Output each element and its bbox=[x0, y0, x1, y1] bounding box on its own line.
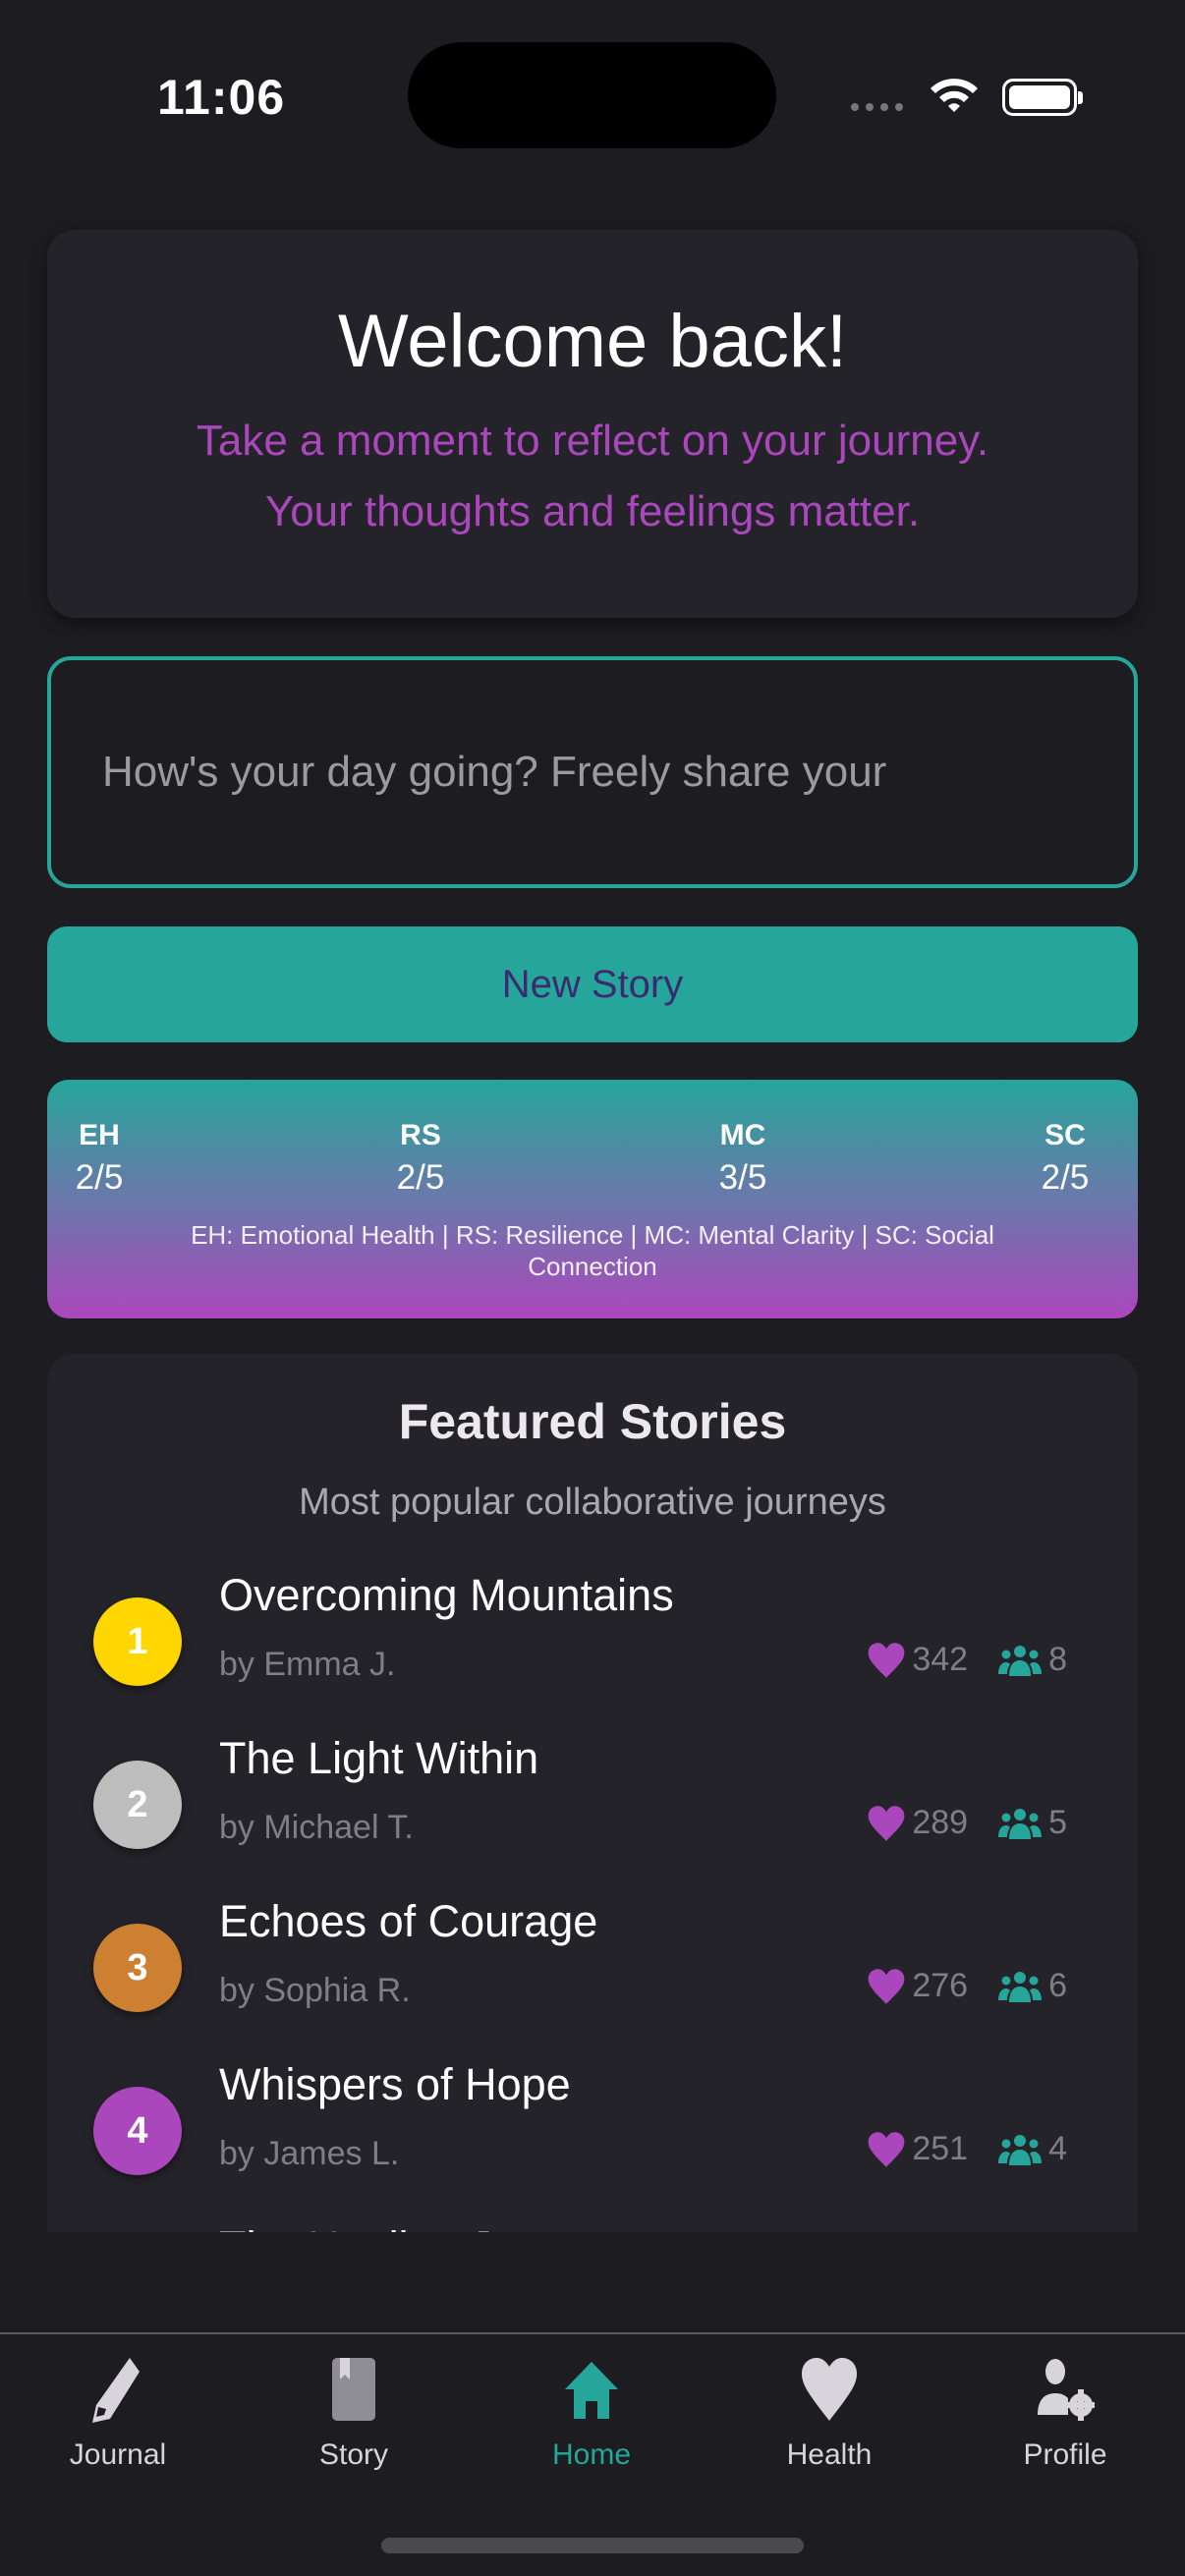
tab-profile[interactable]: Profile bbox=[987, 2356, 1144, 2472]
featured-subtitle: Most popular collaborative journeys bbox=[299, 1482, 886, 1523]
collaborators-count: 4 bbox=[1048, 2130, 1067, 2167]
story-item[interactable]: 2 The Light Within by Michael T. 289 5 bbox=[47, 1713, 1138, 1876]
story-author: by Michael T. bbox=[219, 1809, 414, 1846]
story-author: by Sophia R. bbox=[219, 1972, 411, 2009]
rank-badge: 3 bbox=[93, 1924, 182, 2012]
status-time: 11:06 bbox=[157, 70, 286, 125]
tab-label: Story bbox=[318, 2438, 389, 2471]
story-item[interactable]: 4 Whispers of Hope by James L. 251 4 bbox=[47, 2040, 1138, 2203]
featured-title: Featured Stories bbox=[398, 1394, 787, 1449]
story-title[interactable]: Whispers of Hope bbox=[219, 2059, 571, 2110]
welcome-title: Welcome back! bbox=[337, 300, 848, 383]
welcome-subtitle-2: Your thoughts and feelings matter. bbox=[264, 487, 921, 535]
story-title[interactable]: The Light Within bbox=[219, 1733, 538, 1784]
heart-icon bbox=[868, 1968, 905, 2004]
battery-icon bbox=[1002, 79, 1083, 116]
metric-value: 3/5 bbox=[718, 1158, 767, 1197]
people-icon bbox=[998, 1971, 1043, 2002]
new-story-button[interactable]: New Story bbox=[47, 926, 1138, 1042]
metric-label: EH bbox=[79, 1119, 120, 1151]
tab-label: Profile bbox=[1023, 2438, 1107, 2471]
story-stats: 342 8 bbox=[867, 1641, 1067, 1679]
collaborators-count: 5 bbox=[1048, 1804, 1067, 1841]
collaborators-count: 6 bbox=[1048, 1967, 1067, 2004]
pencil-icon bbox=[92, 2358, 140, 2423]
story-stats: 276 6 bbox=[867, 1967, 1067, 2005]
metric-sc: SC 2/5 bbox=[1021, 1119, 1109, 1198]
rank-number: 3 bbox=[127, 1946, 148, 1988]
tab-bar-divider bbox=[0, 2332, 1185, 2334]
heart-icon bbox=[868, 1642, 905, 1678]
metric-eh: EH 2/5 bbox=[55, 1119, 143, 1198]
signal-icon bbox=[851, 103, 903, 111]
tab-story[interactable]: Story bbox=[275, 2356, 432, 2472]
heart-icon bbox=[802, 2358, 857, 2421]
likes-count: 289 bbox=[912, 1804, 969, 1841]
tab-label: Home bbox=[551, 2438, 632, 2471]
story-item[interactable]: 5 The Healing J bbox=[47, 2203, 1138, 2232]
metric-label: SC bbox=[1044, 1119, 1086, 1151]
journal-input[interactable] bbox=[47, 656, 1138, 888]
tab-home[interactable]: Home bbox=[513, 2356, 670, 2472]
heart-icon bbox=[868, 1805, 905, 1841]
home-indicator[interactable] bbox=[381, 2538, 804, 2553]
featured-stories-card: Featured Stories Most popular collaborat… bbox=[47, 1354, 1138, 2232]
metric-rs: RS 2/5 bbox=[376, 1119, 465, 1198]
tab-health[interactable]: Health bbox=[751, 2356, 908, 2472]
metrics-card: EH 2/5 RS 2/5 MC 3/5 SC 2/5 EH: Emotional He… bbox=[47, 1080, 1138, 1318]
collaborators-count: 8 bbox=[1048, 1641, 1067, 1678]
metric-value: 2/5 bbox=[75, 1158, 124, 1197]
home-icon bbox=[565, 2362, 618, 2419]
metric-value: 2/5 bbox=[396, 1158, 445, 1197]
story-stats: 289 5 bbox=[867, 1804, 1067, 1842]
rank-number: 4 bbox=[127, 2109, 148, 2152]
wifi-icon bbox=[931, 79, 978, 112]
tab-label: Journal bbox=[69, 2438, 167, 2471]
metrics-legend: EH: Emotional Health | RS: Resilience | … bbox=[191, 1220, 994, 1281]
tab-journal[interactable]: Journal bbox=[39, 2356, 197, 2472]
story-author: by Emma J. bbox=[219, 1646, 396, 1683]
rank-badge: 4 bbox=[93, 2087, 182, 2175]
story-title[interactable]: The Healing J bbox=[219, 2222, 492, 2232]
welcome-subtitle-1: Take a moment to reflect on your journey… bbox=[196, 417, 989, 465]
people-icon bbox=[998, 2134, 1043, 2165]
rank-number: 1 bbox=[127, 1620, 148, 1662]
user-gear-icon bbox=[1038, 2359, 1095, 2421]
rank-badge: 1 bbox=[93, 1597, 182, 1686]
welcome-card: Welcome back! Take a moment to reflect o… bbox=[47, 230, 1138, 618]
likes-count: 251 bbox=[912, 2130, 969, 2167]
metric-value: 2/5 bbox=[1041, 1158, 1090, 1197]
story-item[interactable]: 3 Echoes of Courage by Sophia R. 276 6 bbox=[47, 1876, 1138, 2040]
heart-icon bbox=[868, 2131, 905, 2167]
metric-mc: MC 3/5 bbox=[699, 1119, 787, 1198]
likes-count: 342 bbox=[912, 1641, 969, 1678]
book-icon bbox=[332, 2358, 375, 2421]
story-author: by James L. bbox=[219, 2135, 400, 2172]
story-title[interactable]: Echoes of Courage bbox=[219, 1896, 597, 1947]
people-icon bbox=[998, 1808, 1043, 1839]
likes-count: 276 bbox=[912, 1967, 969, 2004]
story-item[interactable]: 1 Overcoming Mountains by Emma J. 342 8 bbox=[47, 1550, 1138, 1713]
dynamic-island bbox=[408, 42, 776, 148]
rank-number: 2 bbox=[127, 1783, 148, 1825]
tab-label: Health bbox=[786, 2438, 873, 2471]
people-icon bbox=[998, 1645, 1043, 1676]
rank-badge: 2 bbox=[93, 1761, 182, 1849]
metric-label: RS bbox=[400, 1119, 441, 1151]
metric-label: MC bbox=[719, 1119, 766, 1151]
story-title[interactable]: Overcoming Mountains bbox=[219, 1570, 674, 1621]
story-stats: 251 4 bbox=[867, 2130, 1067, 2168]
